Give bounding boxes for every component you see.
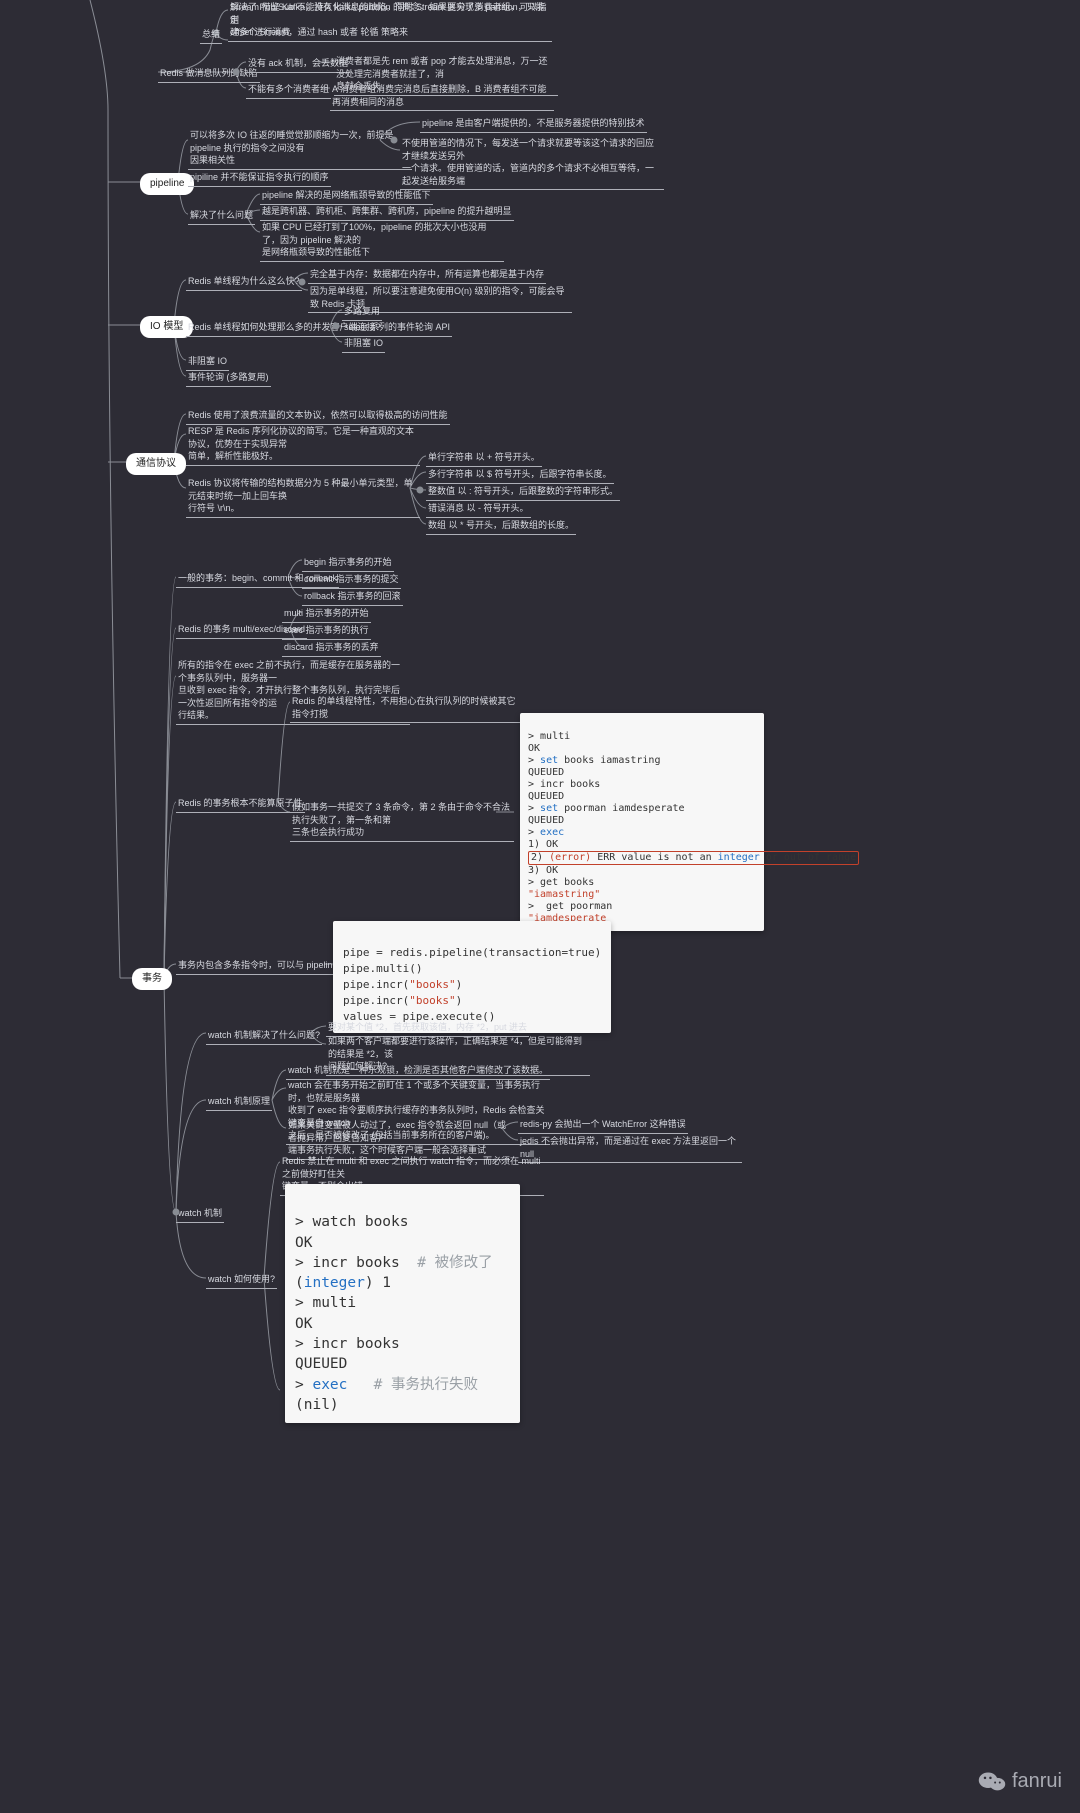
code-multi-exec: > multi OK > set books iamastring QUEUED…	[520, 713, 764, 931]
node-tx-multi: multi 指示事务的开始	[282, 606, 371, 623]
node-watch-principle: watch 机制原理	[206, 1094, 272, 1111]
node-tx-exec: exec 指示事务的执行	[282, 623, 371, 640]
branch-dot	[299, 279, 306, 286]
code-python-pipe: pipe = redis.pipeline(transaction=true) …	[333, 921, 611, 1033]
node-watch-how: watch 如何使用?	[206, 1272, 277, 1289]
branch-protocol: 通信协议	[126, 453, 186, 475]
node-pipe-solve: 解决了什么问题	[188, 208, 255, 225]
node-mq-defect: Redis 做消息队列的缺陷	[158, 66, 260, 83]
node-proto-frame: Redis 协议将传输的结构数据分为 5 种最小单元类型，单元结束时统一加上回车…	[186, 476, 420, 518]
node-tx-discard: discard 指示事务的丢弃	[282, 640, 381, 657]
node-tx-na1: Redis 的单线程特性，不用担心在执行队列的时候被其它指令打搅	[290, 694, 524, 723]
watermark-text: fanrui	[1012, 1767, 1062, 1795]
node-pipe-noorder: pipiline 并不能保证指令执行的顺序	[188, 170, 331, 187]
node-watch-why: watch 机制解决了什么问题?	[206, 1028, 322, 1045]
branch-dot	[233, 69, 240, 76]
node-tx-notatomic: Redis 的事务根本不能算原子性	[176, 796, 305, 813]
node-tx-rollback: rollback 指示事务的回滚	[302, 589, 403, 606]
node-pipe-io-sub: 不使用管道的情况下，每发送一个请求就要等该这个请求的回应才继续发送另外 一个请求…	[400, 136, 664, 190]
branch-dot	[417, 487, 424, 494]
node-pipe-cpu: 如果 CPU 已经打到了100%，pipeline 的批次大小也没用了，因为 p…	[260, 220, 504, 262]
node-io-mux: 多路复用	[342, 304, 382, 321]
diagram-canvas: Stream 借鉴 Kafka，没有 kafka partition 的概念。如…	[0, 0, 1080, 1813]
node-pipe-client: pipeline 是由客户端提供的，不是服务器提供的特别技术	[420, 116, 647, 133]
node-proto-u1: 单行字符串 以 + 符号开头。	[426, 450, 542, 467]
node-io-whyfast: Redis 单线程为什么这么快?	[186, 274, 302, 291]
node-proto-u3: 整数值 以 : 符号开头，后跟整数的字符串形式。	[426, 484, 620, 501]
branch-tx: 事务	[132, 968, 172, 990]
node-proto-desc: Redis 使用了浪费流量的文本协议，依然可以取得极高的访问性能	[186, 408, 450, 425]
node-io-select: select 系列的事件轮询 API	[342, 320, 452, 337]
wechat-icon	[978, 1769, 1006, 1793]
node-io-nbio: 非阻塞 IO	[342, 336, 385, 353]
node-watch: watch 机制	[176, 1206, 224, 1223]
branch-dot	[391, 137, 398, 144]
code-watch: > watch books OK > incr books # 被修改了 (in…	[285, 1184, 520, 1423]
node-watch-p3s1: redis-py 会抛出一个 WatchError 这种错误	[518, 1117, 688, 1134]
node-tx-commit: commit 指示事务的提交	[302, 572, 401, 589]
node-proto-u2: 多行字符串 以 $ 符号开头，后跟字符串长度。	[426, 467, 614, 484]
node-watch-p3s2: jedis 不会抛出异常，而是通过在 exec 方法里返回一个 null	[518, 1134, 742, 1163]
node-proto-u5: 数组 以 * 号开头，后跟数组的长度。	[426, 518, 576, 535]
branch-pipeline: pipeline	[140, 173, 194, 195]
node-proto-u4: 错误消息 以 - 符号开头。	[426, 501, 531, 518]
node-io-nbio2: 非阻塞 IO	[186, 354, 229, 371]
branch-dot	[333, 323, 340, 330]
branch-dot	[173, 1209, 180, 1216]
node-pipe-cross: 越是跨机器、跨机柜、跨集群、跨机房，pipeline 的提升越明显	[260, 204, 514, 221]
node-pipe-io: 可以将多次 IO 往返的睡觉觉那顺缩为一次，前提是 pipeline 执行的指令…	[188, 128, 412, 170]
node-io-evtloop: 事件轮询 (多路复用)	[186, 370, 271, 387]
node-io-mem: 完全基于内存：数据都在内存中，所有运算也都是基于内存	[308, 267, 546, 284]
node-summary-label: 总结	[200, 27, 222, 44]
node-stream-pubsub: 解决了 Pub/Sub 不能持久化消息的缺陷。同时 Stream 区分了消费者组…	[228, 0, 552, 42]
node-tx-na2: 假如事务一共提交了 3 条命令，第 2 条由于命令不合法执行失败了，第一条和第 …	[290, 800, 514, 842]
node-no-multi-sub: A 消费者组消费完消息后直接删除，B 消费者组不可能再消费相同的消息	[330, 82, 554, 111]
node-pipe-bottleneck: pipeline 解决的是网络瓶颈导致的性能低下	[260, 188, 433, 205]
node-tx-begin: begin 指示事务的开始	[302, 555, 394, 572]
watermark: fanrui	[978, 1767, 1062, 1795]
node-proto-resp: RESP 是 Redis 序列化协议的简写。它是一种直观的文本协议，优势在于实现…	[186, 424, 420, 466]
node-no-multi: 不能有多个消费者组	[246, 82, 331, 99]
